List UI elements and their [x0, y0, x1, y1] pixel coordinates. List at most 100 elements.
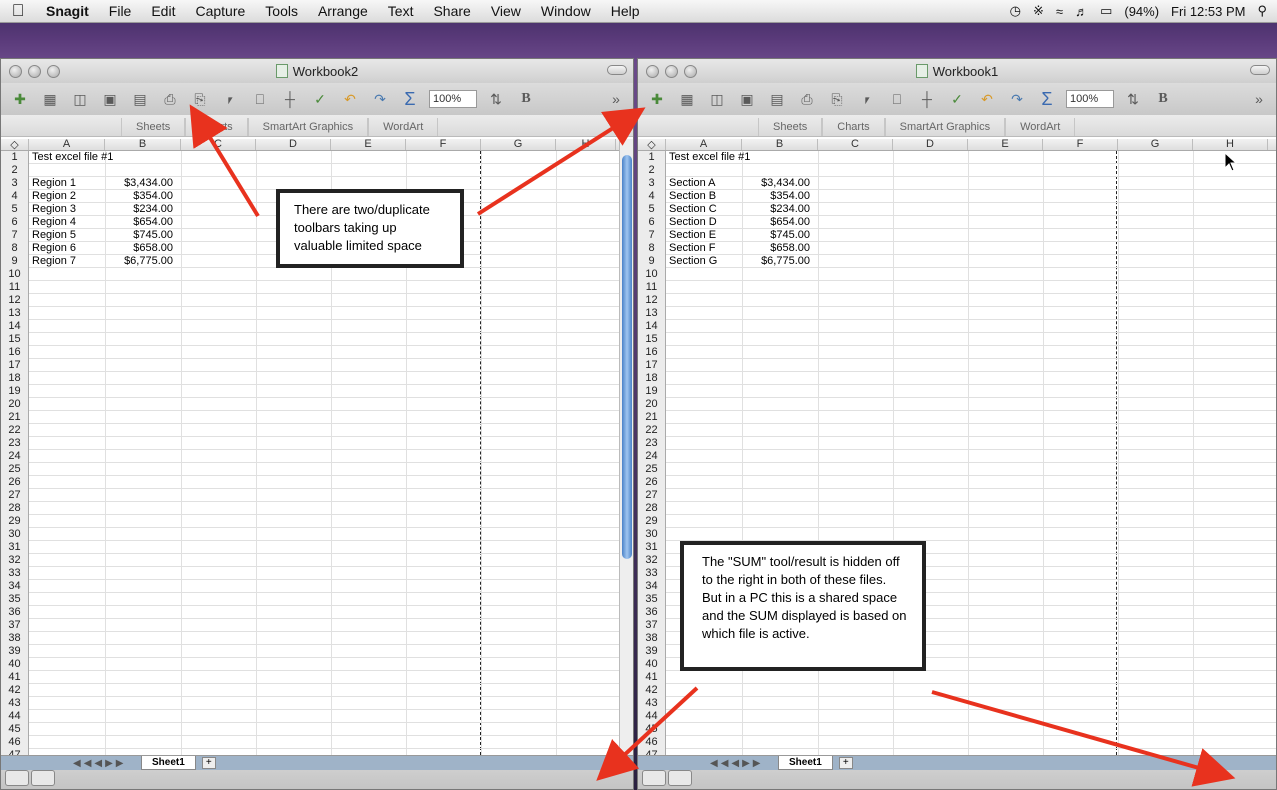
- time-machine-icon[interactable]: ◷: [1010, 3, 1021, 19]
- cell-label[interactable]: Region 5: [32, 229, 76, 242]
- add-sheet-button[interactable]: +: [201, 757, 216, 769]
- row-number[interactable]: 7: [1, 229, 29, 242]
- zoom-select[interactable]: 100%: [429, 90, 477, 108]
- toolbar-autosum-icon[interactable]: Σ: [1036, 88, 1058, 110]
- row-number[interactable]: 9: [638, 255, 666, 268]
- row-number[interactable]: 46: [1, 736, 29, 749]
- row-number[interactable]: 9: [1, 255, 29, 268]
- cell-value[interactable]: $234.00: [738, 203, 810, 216]
- row-number[interactable]: 37: [1, 619, 29, 632]
- cell-label[interactable]: Region 6: [32, 242, 76, 255]
- toolbar-bold-icon[interactable]: B: [1152, 88, 1174, 110]
- row-number[interactable]: 32: [1, 554, 29, 567]
- row-number[interactable]: 12: [638, 294, 666, 307]
- window-titlebar[interactable]: Workbook2: [1, 59, 633, 83]
- apple-menu-icon[interactable]: : [0, 1, 36, 21]
- toolbar-redo-icon[interactable]: ↷: [369, 88, 391, 110]
- menu-capture[interactable]: Capture: [185, 3, 255, 19]
- row-number[interactable]: 25: [1, 463, 29, 476]
- menu-help[interactable]: Help: [601, 3, 650, 19]
- column-header[interactable]: D: [256, 139, 331, 150]
- tab-smartart[interactable]: SmartArt Graphics: [884, 118, 1006, 136]
- cell-value[interactable]: $654.00: [738, 216, 810, 229]
- tab-sheet1[interactable]: Sheet1: [141, 756, 196, 770]
- volume-icon[interactable]: ♬: [1075, 4, 1088, 19]
- row-number[interactable]: 26: [638, 476, 666, 489]
- row-number[interactable]: 21: [1, 411, 29, 424]
- cell-value[interactable]: $658.00: [738, 242, 810, 255]
- toolbar-print-preview-icon[interactable]: ▤: [129, 88, 151, 110]
- row-number[interactable]: 34: [638, 580, 666, 593]
- cell-label[interactable]: Section D: [669, 216, 717, 229]
- row-number[interactable]: 28: [638, 502, 666, 515]
- row-number[interactable]: 38: [1, 632, 29, 645]
- row-number[interactable]: 30: [1, 528, 29, 541]
- add-sheet-button[interactable]: +: [838, 757, 853, 769]
- toolbar-sort-icon[interactable]: ⇅: [485, 88, 507, 110]
- toolbar-save-icon[interactable]: ◫: [706, 88, 728, 110]
- cell-label[interactable]: Region 3: [32, 203, 76, 216]
- zoom-window-icon[interactable]: [684, 64, 697, 78]
- row-number[interactable]: 19: [1, 385, 29, 398]
- row-number[interactable]: 24: [638, 450, 666, 463]
- toolbar-sort-icon[interactable]: ⇅: [1122, 88, 1144, 110]
- menu-view[interactable]: View: [481, 3, 531, 19]
- row-number[interactable]: 41: [638, 671, 666, 684]
- row-number[interactable]: 33: [638, 567, 666, 580]
- normal-view-button[interactable]: [5, 770, 29, 786]
- toolbar-autosum-icon[interactable]: Σ: [399, 88, 421, 110]
- row-number[interactable]: 31: [1, 541, 29, 554]
- cell-label[interactable]: Section A: [669, 177, 715, 190]
- tab-wordart[interactable]: WordArt: [368, 118, 439, 136]
- row-number[interactable]: 6: [638, 216, 666, 229]
- row-number[interactable]: 44: [638, 710, 666, 723]
- toolbar-copy-icon[interactable]: ⎕: [886, 88, 908, 110]
- row-number[interactable]: 18: [638, 372, 666, 385]
- row-number[interactable]: 16: [1, 346, 29, 359]
- row-number[interactable]: 31: [638, 541, 666, 554]
- toolbar-undo-icon[interactable]: ↶: [976, 88, 998, 110]
- select-all-icon[interactable]: ◇: [1, 139, 29, 151]
- toolbar-undo-icon[interactable]: ↶: [339, 88, 361, 110]
- row-number[interactable]: 27: [638, 489, 666, 502]
- row-number[interactable]: 15: [1, 333, 29, 346]
- menu-file[interactable]: File: [99, 3, 142, 19]
- toolbar-bold-icon[interactable]: B: [515, 88, 537, 110]
- row-number[interactable]: 23: [638, 437, 666, 450]
- row-number[interactable]: 45: [1, 723, 29, 736]
- column-header[interactable]: G: [1118, 139, 1193, 150]
- row-number[interactable]: 17: [1, 359, 29, 372]
- row-number[interactable]: 23: [1, 437, 29, 450]
- row-number[interactable]: 16: [638, 346, 666, 359]
- cell-value[interactable]: $354.00: [101, 190, 173, 203]
- row-number[interactable]: 21: [638, 411, 666, 424]
- row-number[interactable]: 5: [1, 203, 29, 216]
- window-titlebar[interactable]: Workbook1: [638, 59, 1276, 83]
- menu-share[interactable]: Share: [423, 3, 480, 19]
- cell-label[interactable]: Region 1: [32, 177, 76, 190]
- menu-arrange[interactable]: Arrange: [308, 3, 378, 19]
- toolbar-new-icon[interactable]: ✚: [646, 88, 668, 110]
- column-header[interactable]: F: [406, 139, 481, 150]
- toolbar-overflow-icon[interactable]: »: [605, 88, 627, 110]
- row-number[interactable]: 27: [1, 489, 29, 502]
- toolbar-new-icon[interactable]: ✚: [9, 88, 31, 110]
- column-header[interactable]: H: [556, 139, 616, 150]
- row-number[interactable]: 7: [638, 229, 666, 242]
- normal-view-button[interactable]: [642, 770, 666, 786]
- row-number[interactable]: 26: [1, 476, 29, 489]
- row-number[interactable]: 11: [1, 281, 29, 294]
- tab-sheets[interactable]: Sheets: [121, 118, 186, 136]
- menu-text[interactable]: Text: [378, 3, 424, 19]
- toolbar-templates-icon[interactable]: ▦: [39, 88, 61, 110]
- toolbar-print-icon[interactable]: ⎙: [796, 88, 818, 110]
- toolbar-save-icon[interactable]: ◫: [69, 88, 91, 110]
- column-header[interactable]: C: [818, 139, 893, 150]
- toolbar-toggle-icon[interactable]: [607, 65, 627, 75]
- row-number[interactable]: 43: [638, 697, 666, 710]
- cell-label[interactable]: Region 7: [32, 255, 76, 268]
- row-number[interactable]: 14: [1, 320, 29, 333]
- cell-value[interactable]: $6,775.00: [101, 255, 173, 268]
- row-number[interactable]: 14: [638, 320, 666, 333]
- toolbar-format-icon[interactable]: ⎖: [856, 88, 878, 110]
